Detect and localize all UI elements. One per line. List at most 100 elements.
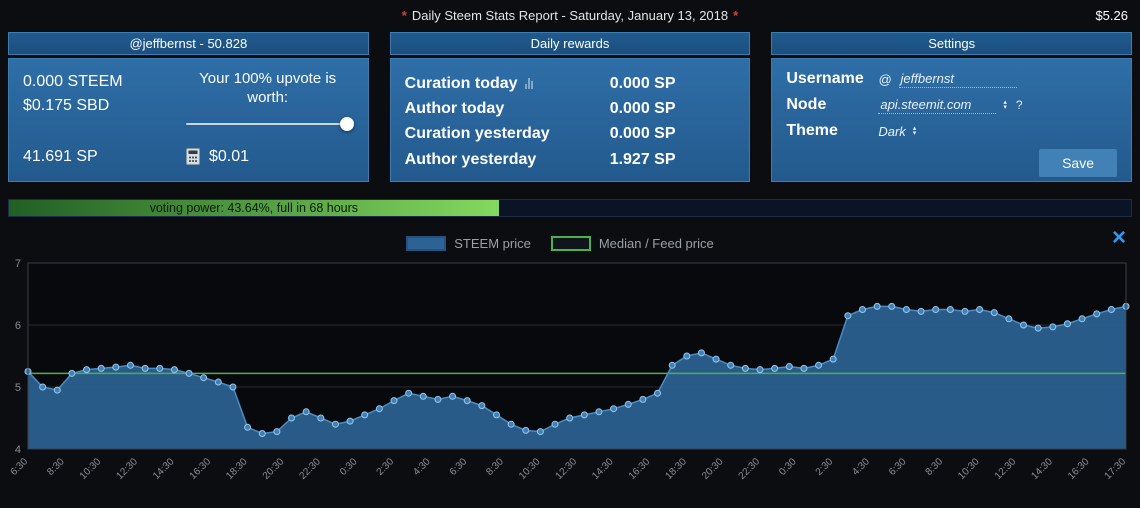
reward-value: 0.000 SP <box>609 125 676 143</box>
table-row: Author today 0.000 SP <box>405 97 736 120</box>
daily-rewards-header: Daily rewards <box>389 32 751 55</box>
node-select-arrows-icon[interactable]: ▴ ▾ <box>1003 99 1007 111</box>
chart-section: STEEM price Median / Feed price × 4 5 6 7 6:… <box>0 226 1140 495</box>
svg-text:17:30: 17:30 <box>1103 456 1129 482</box>
chart-legend: STEEM price Median / Feed price × <box>8 226 1132 257</box>
svg-text:6:30: 6:30 <box>887 456 909 478</box>
voting-power-text: voting power: 43.64%, full in 68 hours <box>149 201 359 215</box>
title-star-left: * <box>401 7 407 23</box>
settings-body: Username @ jeffbernst Node api.steemit.c… <box>771 58 1133 182</box>
username-field[interactable]: @ jeffbernst <box>878 71 1117 88</box>
upvote-percent-slider[interactable] <box>182 116 354 131</box>
median-price-swatch-icon <box>550 236 591 251</box>
bar-chart-icon <box>524 78 533 90</box>
svg-text:12:30: 12:30 <box>554 456 580 482</box>
steem-price-legend-label: STEEM price <box>454 236 531 251</box>
legend-item-steem-price[interactable]: STEEM price <box>406 236 551 251</box>
svg-text:14:30: 14:30 <box>590 456 616 482</box>
voting-power-bar: voting power: 43.64%, full in 68 hours <box>8 199 1132 217</box>
theme-select-arrows-icon[interactable]: ▴ ▾ <box>913 125 917 137</box>
svg-text:2:30: 2:30 <box>375 456 397 478</box>
reward-label-text: Curation today <box>404 75 518 92</box>
svg-text:4:30: 4:30 <box>850 456 872 478</box>
svg-text:6:30: 6:30 <box>448 456 470 478</box>
daily-rewards-body: Curation today 0.000 SP Author today 0.0… <box>389 58 751 182</box>
svg-text:14:30: 14:30 <box>1029 456 1055 482</box>
svg-text:8:30: 8:30 <box>484 456 506 478</box>
table-row: Author yesterday 1.927 SP <box>405 148 736 171</box>
svg-text:14:30: 14:30 <box>151 456 177 482</box>
page-title: Daily Steem Stats Report - Saturday, Jan… <box>411 7 729 23</box>
reward-value: 1.927 SP <box>609 150 676 168</box>
table-row: Curation today 0.000 SP <box>405 72 736 95</box>
title-star-right: * <box>733 7 739 23</box>
svg-text:0:30: 0:30 <box>338 456 360 478</box>
username-input[interactable]: jeffbernst <box>898 71 1017 88</box>
svg-text:6:30: 6:30 <box>9 456 31 478</box>
svg-text:22:30: 22:30 <box>737 456 763 482</box>
svg-text:18:30: 18:30 <box>224 456 250 482</box>
theme-field: Dark ▴ ▾ <box>878 124 1117 139</box>
topbar: * Daily Steem Stats Report - Saturday, J… <box>0 0 1140 30</box>
save-button[interactable]: Save <box>1039 149 1118 177</box>
svg-text:7: 7 <box>15 258 21 270</box>
reward-label: Curation today <box>405 72 610 95</box>
node-label: Node <box>786 96 827 113</box>
table-row: Curation yesterday 0.000 SP <box>405 122 736 145</box>
settings-panel: Settings Username @ jeffbernst Node api.… <box>771 32 1133 182</box>
svg-text:10:30: 10:30 <box>517 456 543 482</box>
svg-text:10:30: 10:30 <box>956 456 982 482</box>
upvote-worth-label: Your 100% upvote is worth: <box>199 70 337 106</box>
voting-power-fill: voting power: 43.64%, full in 68 hours <box>9 200 499 216</box>
close-chart-icon[interactable]: × <box>1112 226 1126 250</box>
username-label: Username <box>786 70 864 87</box>
median-price-legend-label: Median / Feed price <box>598 236 714 251</box>
settings-header: Settings <box>771 32 1133 55</box>
calculator-icon <box>186 148 200 165</box>
svg-text:18:30: 18:30 <box>663 456 689 482</box>
account-panel-body: 0.000 STEEM $0.175 SBD Your 100% upvote … <box>8 58 369 182</box>
svg-text:8:30: 8:30 <box>45 456 67 478</box>
account-panel-header: @jeffbernst - 50.828 <box>8 32 369 55</box>
svg-text:20:30: 20:30 <box>700 456 726 482</box>
account-panel: @jeffbernst - 50.828 0.000 STEEM $0.175 … <box>8 32 369 182</box>
svg-text:12:30: 12:30 <box>993 456 1019 482</box>
steem-balance: 0.000 STEEM <box>23 73 123 90</box>
node-help-icon[interactable]: ? <box>1016 98 1023 112</box>
svg-text:16:30: 16:30 <box>627 456 653 482</box>
theme-label: Theme <box>786 122 838 139</box>
legend-item-median-price[interactable]: Median / Feed price <box>550 236 734 251</box>
svg-text:2:30: 2:30 <box>814 456 836 478</box>
daily-rewards-panel: Daily rewards Curation today 0.000 SP Au… <box>389 32 751 182</box>
panels-row: @jeffbernst - 50.828 0.000 STEEM $0.175 … <box>0 30 1140 182</box>
svg-text:4:30: 4:30 <box>411 456 433 478</box>
reward-label: Author today <box>404 100 505 118</box>
svg-text:0:30: 0:30 <box>777 456 799 478</box>
svg-text:5: 5 <box>15 382 21 394</box>
svg-text:16:30: 16:30 <box>188 456 214 482</box>
svg-text:6: 6 <box>15 320 21 332</box>
slider-track[interactable] <box>185 122 350 125</box>
balances: 0.000 STEEM $0.175 SBD <box>23 70 123 131</box>
reward-label: Author yesterday <box>404 150 537 168</box>
svg-text:22:30: 22:30 <box>297 456 323 482</box>
steem-price-swatch-icon <box>406 236 447 251</box>
reward-value: 0.000 SP <box>609 100 676 118</box>
svg-text:8:30: 8:30 <box>924 456 946 478</box>
upvote-value-group: $0.01 <box>186 148 249 166</box>
sbd-balance: $0.175 SBD <box>23 97 110 114</box>
slider-knob[interactable] <box>339 116 354 131</box>
svg-text:20:30: 20:30 <box>261 456 287 482</box>
node-field: api.steemit.com ▴ ▾ ? <box>878 97 1117 114</box>
reward-value: 0.000 SP <box>609 75 676 92</box>
reward-label: Curation yesterday <box>404 125 550 143</box>
svg-text:12:30: 12:30 <box>114 456 140 482</box>
theme-select[interactable]: Dark <box>878 124 905 139</box>
svg-text:16:30: 16:30 <box>1066 456 1092 482</box>
svg-text:10:30: 10:30 <box>78 456 104 482</box>
price-chart: 4 5 6 7 6:30 8:30 10:30 12:30 14:30 16:30 18:30 20:… <box>9 258 1130 482</box>
node-select[interactable]: api.steemit.com <box>878 97 997 114</box>
current-steem-price: $5.26 <box>1095 8 1128 23</box>
upvote-worth-box: Your 100% upvote is worth: <box>182 70 354 131</box>
upvote-value: $0.01 <box>209 147 250 165</box>
